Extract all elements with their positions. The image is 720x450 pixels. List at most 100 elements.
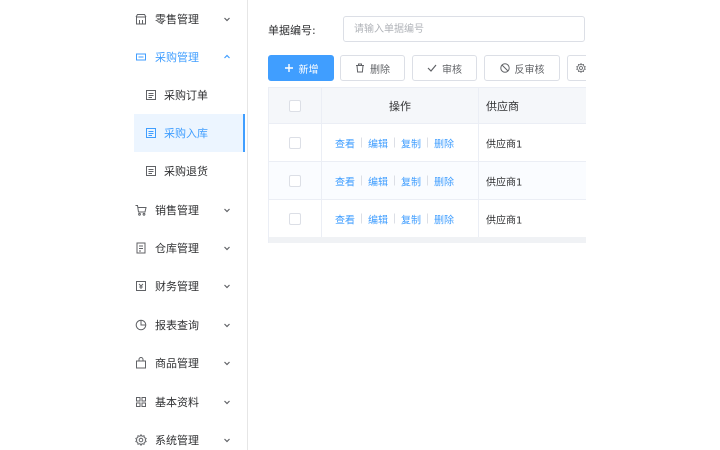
sidebar-item-label: 财务管理 [155, 280, 199, 293]
sidebar-subitem-label: 采购入库 [164, 127, 208, 140]
sidebar: 零售管理 采购管理 采购订单 采购入库 采购退货 销售管理 仓库管理 财务管理 … [112, 0, 248, 450]
copy-link[interactable]: 复制 [401, 173, 421, 188]
sidebar-item-retail[interactable]: 零售管理 [112, 0, 245, 38]
plus-icon [284, 64, 293, 72]
view-link[interactable]: 查看 [335, 135, 355, 150]
edit-link[interactable]: 编辑 [368, 211, 388, 226]
finance-icon [135, 280, 147, 292]
bill-number-label: 单据编号: [268, 24, 316, 37]
gear-icon [576, 63, 586, 73]
sidebar-item-label: 销售管理 [155, 204, 199, 217]
chevron-down-icon [222, 243, 232, 253]
sidebar-item-label: 系统管理 [155, 434, 199, 447]
separator [361, 175, 362, 186]
edit-link[interactable]: 编辑 [368, 173, 388, 188]
sidebar-item-label: 采购管理 [155, 51, 199, 64]
chevron-down-icon [222, 281, 232, 291]
supplier-cell: 供应商1 [486, 139, 523, 150]
copy-link[interactable]: 复制 [401, 211, 421, 226]
bill-number-input[interactable] [343, 16, 585, 42]
sidebar-item-goods[interactable]: 商品管理 [112, 344, 245, 382]
row-checkbox[interactable] [289, 136, 301, 149]
sidebar-item-sales[interactable]: 销售管理 [112, 191, 245, 229]
warehouse-icon [135, 242, 147, 254]
chevron-down-icon [222, 14, 232, 24]
unaudit-button[interactable]: 反审核 [484, 55, 560, 81]
edit-link[interactable]: 编辑 [368, 135, 388, 150]
document-icon [146, 90, 156, 100]
delete-button-label: 删除 [370, 64, 390, 76]
sidebar-subitem-label: 采购退货 [164, 165, 208, 178]
more-button[interactable] [567, 55, 586, 81]
grid-icon [135, 396, 147, 408]
row-actions: 查看 编辑 复制 删除 [335, 135, 454, 150]
cart-icon [135, 204, 147, 216]
sidebar-item-warehouse[interactable]: 仓库管理 [112, 229, 245, 267]
supplier-cell: 供应商1 [486, 177, 523, 188]
pie-chart-icon [135, 319, 147, 331]
chevron-down-icon [222, 435, 232, 445]
row-checkbox[interactable] [289, 212, 301, 225]
row-actions: 查看 编辑 复制 删除 [335, 173, 454, 188]
delete-link[interactable]: 删除 [434, 173, 454, 188]
sidebar-item-system[interactable]: 系统管理 [112, 421, 245, 450]
purchase-icon [135, 51, 147, 63]
sidebar-item-finance[interactable]: 财务管理 [112, 267, 245, 305]
sidebar-item-label: 基本资料 [155, 396, 199, 409]
separator [394, 213, 395, 224]
copy-link[interactable]: 复制 [401, 135, 421, 150]
delete-link[interactable]: 删除 [434, 135, 454, 150]
ban-icon [499, 63, 510, 73]
chevron-down-icon [222, 320, 232, 330]
chevron-down-icon [222, 358, 232, 368]
row-actions: 查看 编辑 复制 删除 [335, 211, 454, 226]
separator [427, 213, 428, 224]
unaudit-button-label: 反审核 [514, 64, 545, 76]
sidebar-subitem-label: 采购订单 [164, 89, 208, 102]
delete-link[interactable]: 删除 [434, 211, 454, 226]
table-row: 查看 编辑 复制 删除 供应商1 [269, 162, 586, 200]
data-table: 操作 供应商 查看 编辑 复制 删除 供应商1 查看 编辑 复制 删除 供应商1 查看 编辑复… [268, 87, 586, 243]
audit-button[interactable]: 审核 [412, 55, 477, 81]
chevron-down-icon [222, 397, 232, 407]
trash-icon [356, 63, 364, 73]
shop-icon [135, 13, 147, 25]
supplier-cell: 供应商1 [486, 215, 523, 226]
select-all-checkbox[interactable] [289, 99, 301, 112]
chevron-down-icon [222, 205, 232, 215]
sidebar-subitem-purchase-return[interactable]: 采购退货 [134, 152, 245, 190]
horizontal-scrollbar[interactable] [269, 237, 586, 243]
chevron-up-icon [222, 52, 232, 62]
separator [394, 175, 395, 186]
separator [394, 137, 395, 148]
sidebar-item-reports[interactable]: 报表查询 [112, 306, 245, 344]
view-link[interactable]: 查看 [335, 173, 355, 188]
sidebar-subitem-purchase-order[interactable]: 采购订单 [134, 76, 245, 114]
sidebar-item-label: 仓库管理 [155, 242, 199, 255]
table-row: 查看 编辑 复制 删除 供应商1 [269, 124, 586, 162]
goods-icon [135, 357, 147, 369]
column-header-supplier: 供应商 [486, 99, 519, 113]
sidebar-item-label: 报表查询 [155, 319, 199, 332]
row-checkbox[interactable] [289, 174, 301, 187]
separator [361, 213, 362, 224]
sidebar-item-basic-data[interactable]: 基本资料 [112, 383, 245, 421]
document-icon [146, 128, 156, 138]
audit-button-label: 审核 [442, 64, 462, 76]
check-icon [427, 64, 437, 72]
view-link[interactable]: 查看 [335, 211, 355, 226]
sidebar-item-label: 零售管理 [155, 13, 199, 26]
separator [427, 175, 428, 186]
separator [427, 137, 428, 148]
table-header: 操作 供应商 [269, 87, 586, 124]
column-header-operations: 操作 [389, 99, 411, 113]
add-button-label: 新增 [298, 64, 319, 76]
table-row: 查看 编辑 复制 删除 供应商1 [269, 200, 586, 238]
sidebar-item-purchase[interactable]: 采购管理 [112, 38, 245, 76]
document-icon [146, 166, 156, 176]
gear-icon [135, 434, 147, 446]
sidebar-item-label: 商品管理 [155, 357, 199, 370]
delete-button[interactable]: 删除 [340, 55, 405, 81]
sidebar-subitem-purchase-inbound[interactable]: 采购入库 [134, 114, 245, 152]
add-button[interactable]: 新增 [268, 55, 334, 81]
